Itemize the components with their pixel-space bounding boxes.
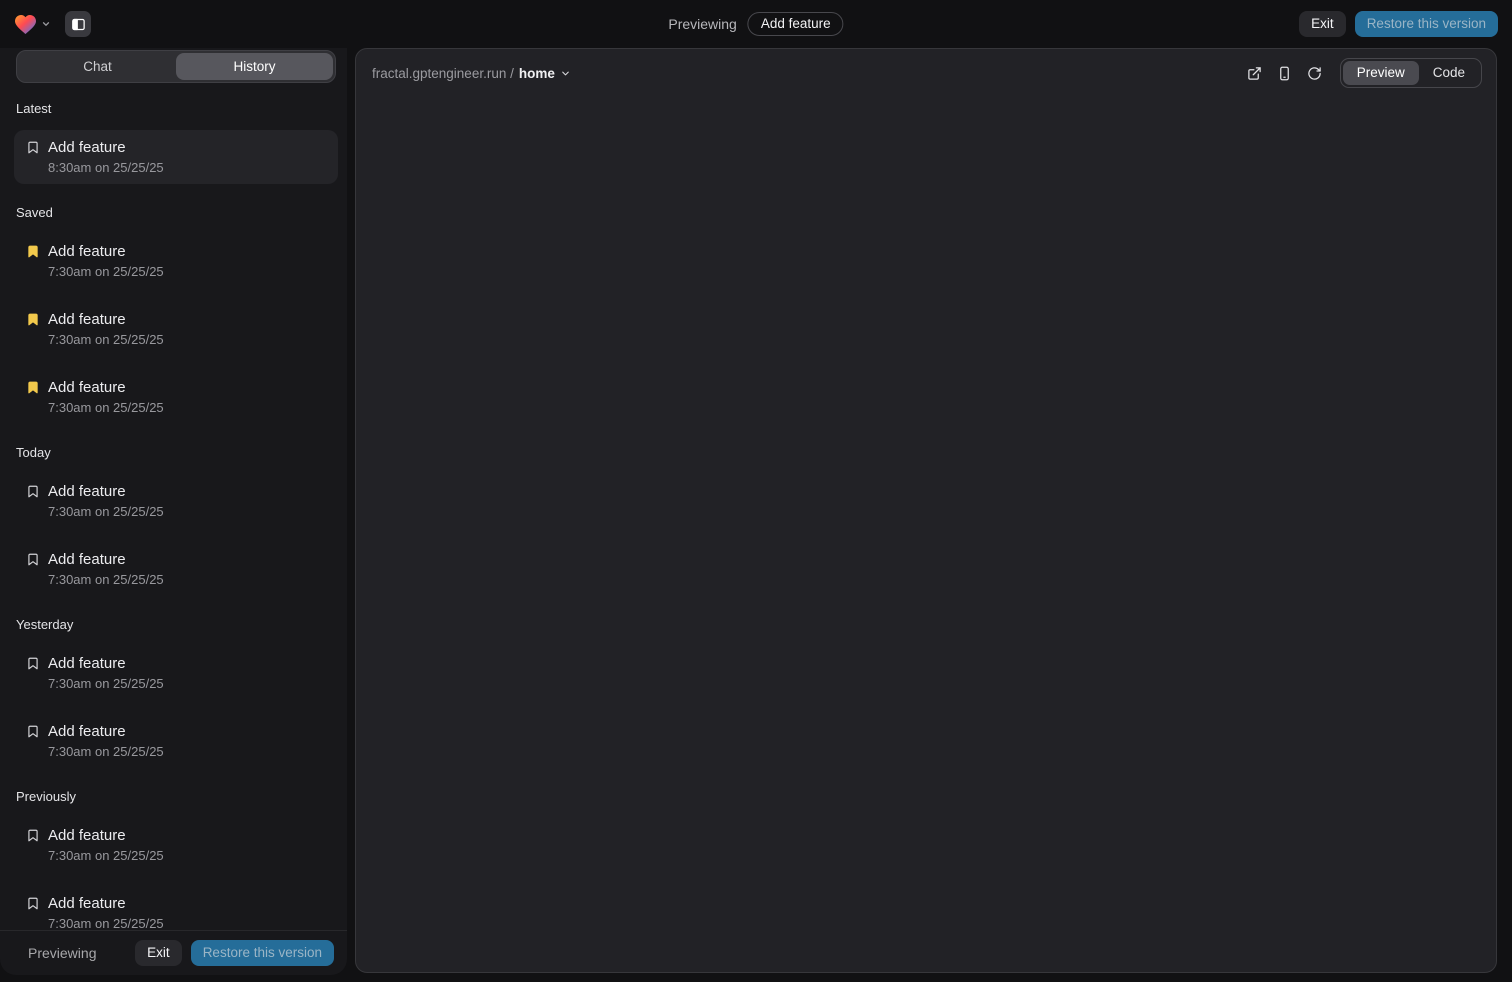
bookmark-outline-icon (26, 896, 40, 911)
exit-button[interactable]: Exit (1299, 11, 1346, 37)
history-item-title: Add feature (48, 723, 126, 740)
footer-restore-button[interactable]: Restore this version (191, 940, 334, 966)
sidebar-tabs: ChatHistory (16, 50, 336, 83)
view-toggle-code[interactable]: Code (1419, 61, 1479, 85)
top-bar-right: Exit Restore this version (1299, 11, 1498, 37)
history-item[interactable]: Add feature 7:30am on 25/25/25 (14, 886, 338, 930)
history-item-title: Add feature (48, 655, 126, 672)
bookmark-outline-icon (26, 140, 40, 155)
history-item-title: Add feature (48, 243, 126, 260)
version-badge: Add feature (748, 12, 844, 36)
history-item[interactable]: Add feature 7:30am on 25/25/25 (14, 302, 338, 356)
history-item[interactable]: Add feature 8:30am on 25/25/25 (14, 130, 338, 184)
bookmark-outline-icon (26, 656, 40, 671)
top-bar: Previewing Add feature Exit Restore this… (0, 0, 1512, 48)
refresh-button[interactable] (1302, 60, 1328, 86)
tab-chat[interactable]: Chat (19, 53, 176, 80)
bookmark-outline-icon (26, 724, 40, 739)
history-list: Latest Add feature 8:30am on 25/25/25 Saved… (0, 83, 347, 930)
history-item-title: Add feature (48, 827, 126, 844)
history-item[interactable]: Add feature 7:30am on 25/25/25 (14, 714, 338, 768)
preview-actions: PreviewCode (1242, 58, 1482, 88)
sidebar-toggle-button[interactable] (65, 11, 91, 37)
history-item-timestamp: 8:30am on 25/25/25 (48, 160, 326, 175)
history-item-title: Add feature (48, 379, 126, 396)
preview-url-page: home (519, 66, 555, 81)
section-title-previously: Previously (16, 789, 338, 804)
footer-exit-button[interactable]: Exit (135, 940, 182, 966)
section-title-latest: Latest (16, 101, 338, 116)
view-toggle-preview[interactable]: Preview (1343, 61, 1419, 85)
bookmark-filled-icon (26, 312, 40, 327)
history-item-timestamp: 7:30am on 25/25/25 (48, 744, 326, 759)
smartphone-icon (1277, 66, 1292, 81)
history-item-timestamp: 7:30am on 25/25/25 (48, 676, 326, 691)
logo-menu[interactable] (14, 14, 51, 35)
preview-url-prefix: fractal.gptengineer.run / (372, 66, 514, 81)
history-item-title: Add feature (48, 139, 126, 156)
open-external-button[interactable] (1242, 60, 1268, 86)
history-item-timestamp: 7:30am on 25/25/25 (48, 916, 326, 930)
refresh-icon (1307, 66, 1322, 81)
history-item-timestamp: 7:30am on 25/25/25 (48, 572, 326, 587)
preview-url-dropdown[interactable]: fractal.gptengineer.run / home (372, 66, 571, 81)
logo-chevron-down-icon (41, 19, 51, 29)
history-item[interactable]: Add feature 7:30am on 25/25/25 (14, 474, 338, 528)
panel-left-icon (71, 17, 86, 32)
history-item[interactable]: Add feature 7:30am on 25/25/25 (14, 370, 338, 424)
history-item[interactable]: Add feature 7:30am on 25/25/25 (14, 818, 338, 872)
sidebar-footer: Previewing Exit Restore this version (0, 930, 347, 975)
preview-header: fractal.gptengineer.run / home (356, 49, 1496, 97)
history-item-timestamp: 7:30am on 25/25/25 (48, 264, 326, 279)
bookmark-outline-icon (26, 484, 40, 499)
bookmark-filled-icon (26, 380, 40, 395)
view-toggle: PreviewCode (1340, 58, 1482, 88)
url-chevron-down-icon (560, 68, 571, 79)
tab-history[interactable]: History (176, 53, 333, 80)
history-item-title: Add feature (48, 483, 126, 500)
section-title-yesterday: Yesterday (16, 617, 338, 632)
section-title-saved: Saved (16, 205, 338, 220)
preview-panel: fractal.gptengineer.run / home (355, 48, 1497, 973)
history-item-timestamp: 7:30am on 25/25/25 (48, 332, 326, 347)
bookmark-filled-icon (26, 244, 40, 259)
history-item-timestamp: 7:30am on 25/25/25 (48, 400, 326, 415)
bookmark-outline-icon (26, 828, 40, 843)
footer-actions: Exit Restore this version (135, 940, 334, 966)
mobile-view-button[interactable] (1272, 60, 1298, 86)
history-item[interactable]: Add feature 7:30am on 25/25/25 (14, 542, 338, 596)
history-item-title: Add feature (48, 895, 126, 912)
top-bar-center: Previewing Add feature (668, 0, 843, 48)
external-link-icon (1247, 66, 1262, 81)
history-item-title: Add feature (48, 551, 126, 568)
history-item[interactable]: Add feature 7:30am on 25/25/25 (14, 646, 338, 700)
history-sidebar: ChatHistory Latest Add feature 8:30am on 2… (0, 48, 347, 975)
preview-viewport (356, 97, 1496, 972)
history-item-title: Add feature (48, 311, 126, 328)
history-item-timestamp: 7:30am on 25/25/25 (48, 848, 326, 863)
lovable-heart-icon (14, 14, 37, 35)
history-item[interactable]: Add feature 7:30am on 25/25/25 (14, 234, 338, 288)
history-item-timestamp: 7:30am on 25/25/25 (48, 504, 326, 519)
footer-previewing-status: Previewing (28, 945, 96, 961)
restore-version-button[interactable]: Restore this version (1355, 11, 1498, 37)
previewing-status: Previewing (668, 16, 736, 32)
top-bar-left (14, 11, 91, 37)
section-title-today: Today (16, 445, 338, 460)
bookmark-outline-icon (26, 552, 40, 567)
